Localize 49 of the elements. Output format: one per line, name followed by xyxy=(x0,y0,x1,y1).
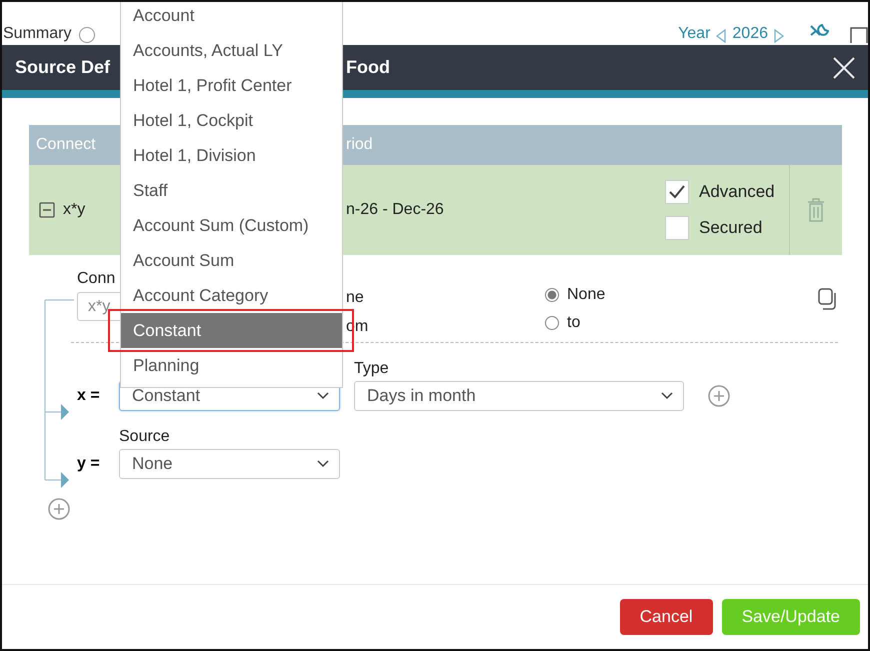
close-icon[interactable] xyxy=(832,56,856,80)
dropdown-item[interactable]: Account Sum (Custom) xyxy=(121,208,342,243)
field-label: Type xyxy=(354,360,390,378)
checkbox-label: Secured xyxy=(699,218,762,238)
dropdown-item[interactable]: Accounts, Actual LY xyxy=(121,33,342,68)
collapse-icon[interactable] xyxy=(39,202,55,218)
chevron-down-icon xyxy=(317,392,329,400)
dropdown-item[interactable]: Constant xyxy=(121,313,342,348)
year-label[interactable]: Year xyxy=(678,25,710,43)
dropdown-item[interactable]: Planning xyxy=(121,348,342,383)
formula-text: x*y xyxy=(63,201,86,219)
dropdown-item[interactable]: Account xyxy=(121,2,342,33)
add-icon[interactable] xyxy=(48,498,70,520)
variable-label: y = xyxy=(77,455,101,474)
period-text: n-26 - Dec-26 xyxy=(346,201,445,219)
checkbox[interactable] xyxy=(665,180,689,204)
previous-icon[interactable] xyxy=(716,29,726,43)
chevron-down-icon xyxy=(661,392,673,400)
next-icon[interactable] xyxy=(774,29,784,43)
column-header: Connect xyxy=(35,136,97,154)
cancel-button[interactable]: Cancel xyxy=(620,599,713,635)
option-label: ne xyxy=(346,289,365,307)
dropdown-item[interactable]: Account Category xyxy=(121,278,342,313)
radio-button[interactable] xyxy=(79,27,96,43)
copy-icon[interactable] xyxy=(818,288,838,310)
checkbox-label: Advanced xyxy=(699,182,775,202)
summary-label: Summary xyxy=(3,25,72,43)
dropdown-item[interactable]: Hotel 1, Profit Center xyxy=(121,68,342,103)
radio-label: to xyxy=(567,314,580,332)
dialog-title: Source Def xyxy=(15,57,112,78)
year-value: 2026 xyxy=(732,25,768,43)
dialog-title: Food xyxy=(346,57,391,78)
type-dropdown[interactable]: Days in month xyxy=(354,381,684,411)
column-header: riod xyxy=(346,136,373,154)
dropdown-item[interactable]: Account Sum xyxy=(121,243,342,278)
dropdown-item[interactable]: Hotel 1, Division xyxy=(121,138,342,173)
window-icon[interactable] xyxy=(850,27,868,43)
dropdown-item[interactable]: Hotel 1, Cockpit xyxy=(121,103,342,138)
checkbox[interactable] xyxy=(665,216,689,240)
chevron-down-icon xyxy=(317,460,329,468)
radio-button[interactable] xyxy=(545,288,559,302)
field-label: Conn xyxy=(77,270,116,288)
radio-button[interactable] xyxy=(545,316,559,330)
add-icon[interactable] xyxy=(708,385,730,407)
radio-label: None xyxy=(567,286,606,304)
dropdown-item[interactable]: Staff xyxy=(121,173,342,208)
field-label: Source xyxy=(119,428,171,446)
source-dropdown[interactable]: None xyxy=(119,449,340,479)
variable-label: x = xyxy=(77,387,101,406)
